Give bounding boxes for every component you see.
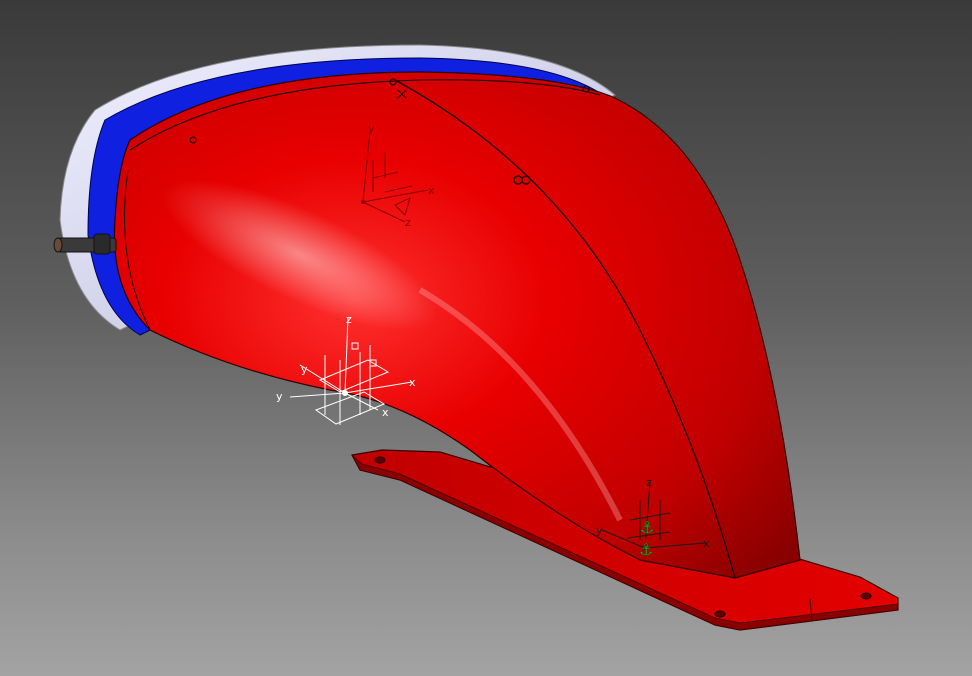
flange-hole xyxy=(860,592,872,600)
axis-label-y: y xyxy=(596,524,603,537)
axis-label-x: x xyxy=(409,376,416,389)
axis-label-y2: y xyxy=(276,390,283,403)
cad-part-scene[interactable]: x y z x z y x y x z y ⚓ ⚓ xyxy=(0,0,972,676)
axis-label-x: x xyxy=(703,537,710,550)
axis-label-z: z xyxy=(346,313,352,326)
axis-label-z: z xyxy=(405,216,411,229)
axis-label-y: y xyxy=(301,363,308,376)
3d-viewport[interactable]: x y z x z y x y x z y ⚓ ⚓ xyxy=(0,0,972,676)
axis-label-x2: x xyxy=(382,406,389,419)
flange-hole xyxy=(374,456,386,464)
flange-hole xyxy=(714,610,726,618)
axis-label-z: z xyxy=(646,476,652,489)
anchor-icon[interactable]: ⚓ xyxy=(639,540,654,559)
axis-label-y: y xyxy=(368,122,375,135)
anchor-icon[interactable]: ⚓ xyxy=(640,518,655,537)
axis-label-x: x xyxy=(428,184,435,197)
